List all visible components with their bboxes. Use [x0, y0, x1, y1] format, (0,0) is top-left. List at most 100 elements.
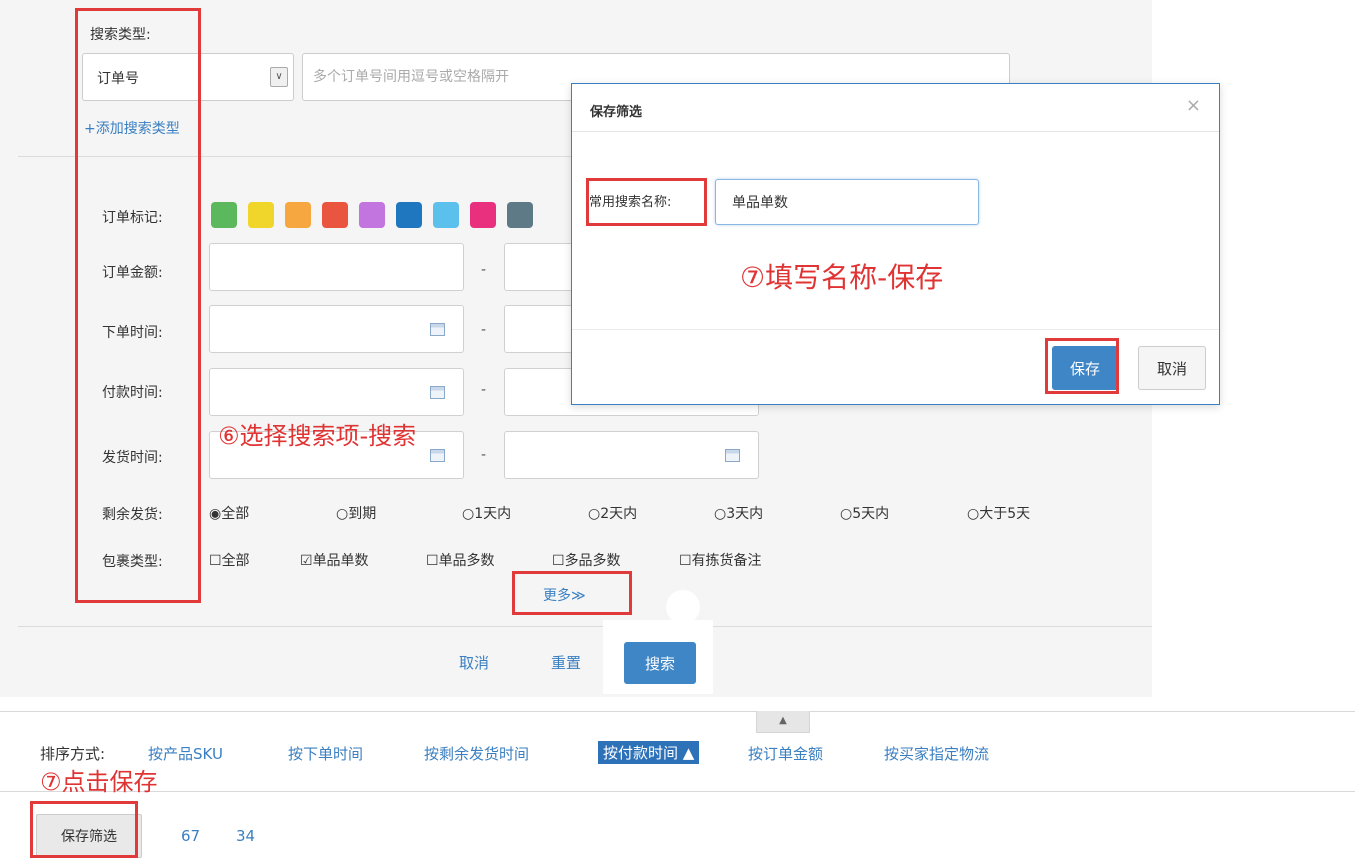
mark-color-swatch[interactable]	[322, 202, 348, 228]
sort-option[interactable]: 按剩余发货时间	[424, 743, 529, 764]
page-number[interactable]: 67	[181, 827, 200, 845]
remaining-ship-option[interactable]: ○2天内	[588, 503, 637, 523]
mark-color-swatch[interactable]	[359, 202, 385, 228]
range-separator: -	[481, 262, 487, 278]
package-type-option[interactable]: ☐有拣货备注	[679, 550, 762, 570]
search-button[interactable]: 搜索	[624, 642, 696, 684]
save-filter-button[interactable]: 保存筛选	[36, 814, 142, 858]
search-button-highlight	[666, 590, 700, 624]
order-amount-label: 订单金额:	[102, 265, 163, 281]
more-filters-link[interactable]: 更多≫	[543, 585, 586, 605]
checkbox-mark[interactable]: ☐	[679, 553, 692, 569]
remaining-ship-option[interactable]: ○1天内	[462, 503, 511, 523]
remaining-ship-option[interactable]: ◉全部	[209, 503, 249, 523]
option-label: 单品多数	[438, 553, 495, 569]
add-search-type-link[interactable]: +添加搜索类型	[84, 118, 180, 138]
mark-color-swatch[interactable]	[396, 202, 422, 228]
dialog-save-button[interactable]: 保存	[1052, 346, 1118, 390]
amount-min-input[interactable]	[209, 243, 464, 291]
sort-label: 排序方式:	[40, 745, 106, 763]
package-type-label: 包裹类型:	[102, 554, 163, 570]
save-filter-dialog: 保存筛选 × 常用搜索名称: ⑦填写名称-保存 保存 取消	[571, 83, 1220, 405]
option-label: 到期	[348, 506, 377, 522]
mark-color-swatch[interactable]	[507, 202, 533, 228]
radio-mark[interactable]: ○	[840, 506, 852, 522]
sort-option[interactable]: 按下单时间	[288, 743, 363, 764]
mark-color-swatch[interactable]	[470, 202, 496, 228]
range-separator: -	[481, 447, 487, 463]
sort-option[interactable]: 按付款时间 ▲	[598, 741, 700, 764]
dialog-header: 保存筛选 ×	[572, 84, 1219, 132]
package-type-option[interactable]: ☐全部	[209, 550, 250, 570]
option-label: 1天内	[474, 506, 512, 522]
option-label: 有拣货备注	[691, 553, 762, 569]
package-type-option[interactable]: ☑单品单数	[300, 550, 369, 570]
range-separator: -	[481, 322, 487, 338]
dialog-cancel-button[interactable]: 取消	[1138, 346, 1206, 390]
search-type-value: 订单号	[97, 71, 139, 87]
option-label: 2天内	[600, 506, 638, 522]
sort-option[interactable]: 按订单金额	[748, 743, 823, 764]
radio-mark[interactable]: ○	[588, 506, 600, 522]
option-label: 大于5天	[979, 506, 1031, 522]
option-label: 单品单数	[312, 553, 369, 569]
remaining-ship-option[interactable]: ○5天内	[840, 503, 889, 523]
remaining-ship-option[interactable]: ○大于5天	[967, 503, 1030, 523]
sort-option[interactable]: 按买家指定物流	[884, 743, 989, 764]
package-type-option[interactable]: ☐多品多数	[552, 550, 621, 570]
order-time-start-input[interactable]	[209, 305, 464, 353]
package-type-option[interactable]: ☐单品多数	[426, 550, 495, 570]
close-icon[interactable]: ×	[1186, 95, 1201, 116]
chevron-down-icon[interactable]: ∨	[270, 67, 288, 87]
option-label: 5天内	[852, 506, 890, 522]
calendar-icon[interactable]	[430, 449, 445, 462]
divider	[0, 711, 1355, 712]
dialog-divider	[572, 329, 1219, 330]
reset-button[interactable]: 重置	[551, 652, 581, 673]
radio-mark[interactable]: ○	[714, 506, 726, 522]
calendar-icon[interactable]	[430, 386, 445, 399]
search-name-label: 常用搜索名称:	[589, 195, 672, 210]
radio-mark[interactable]: ○	[462, 506, 474, 522]
mark-color-swatch[interactable]	[211, 202, 237, 228]
cancel-button[interactable]: 取消	[459, 652, 489, 673]
dialog-title: 保存筛选	[590, 105, 643, 120]
option-label: 全部	[221, 506, 250, 522]
mark-color-swatch[interactable]	[433, 202, 459, 228]
sort-option[interactable]: 按产品SKU	[148, 743, 223, 764]
radio-mark[interactable]: ○	[336, 506, 348, 522]
checkbox-mark[interactable]: ☑	[300, 553, 313, 569]
calendar-icon[interactable]	[725, 449, 740, 462]
search-type-select[interactable]: 订单号 ∨	[82, 53, 294, 101]
range-separator: -	[481, 382, 487, 398]
annotation-text: ⑦填写名称-保存	[740, 261, 944, 294]
order-mark-label: 订单标记:	[102, 210, 163, 226]
search-type-label: 搜索类型:	[90, 27, 151, 43]
collapse-toggle[interactable]: ▲	[756, 711, 810, 733]
radio-mark[interactable]: ○	[967, 506, 979, 522]
remaining-ship-option[interactable]: ○到期	[336, 503, 376, 523]
mark-color-swatch[interactable]	[248, 202, 274, 228]
checkbox-mark[interactable]: ☐	[209, 553, 222, 569]
order-time-label: 下单时间:	[102, 325, 163, 341]
divider	[0, 791, 1355, 792]
page-number[interactable]: 34	[236, 827, 255, 845]
calendar-icon[interactable]	[430, 323, 445, 336]
checkbox-mark[interactable]: ☐	[552, 553, 565, 569]
ship-time-end-input[interactable]	[504, 431, 759, 479]
annotation-text: ⑦点击保存	[40, 768, 158, 796]
ship-time-label: 发货时间:	[102, 450, 163, 466]
option-label: 多品多数	[564, 553, 621, 569]
mark-color-swatch[interactable]	[285, 202, 311, 228]
option-label: 全部	[221, 553, 250, 569]
checkbox-mark[interactable]: ☐	[426, 553, 439, 569]
radio-mark[interactable]: ◉	[209, 506, 221, 522]
annotation-text: ⑥选择搜索项-搜索	[218, 422, 417, 450]
pay-time-label: 付款时间:	[102, 385, 163, 401]
remaining-ship-option[interactable]: ○3天内	[714, 503, 763, 523]
option-label: 3天内	[726, 506, 764, 522]
pay-time-start-input[interactable]	[209, 368, 464, 416]
remaining-ship-label: 剩余发货:	[102, 507, 163, 523]
search-name-input[interactable]	[715, 179, 979, 225]
panel-divider	[18, 626, 1152, 627]
